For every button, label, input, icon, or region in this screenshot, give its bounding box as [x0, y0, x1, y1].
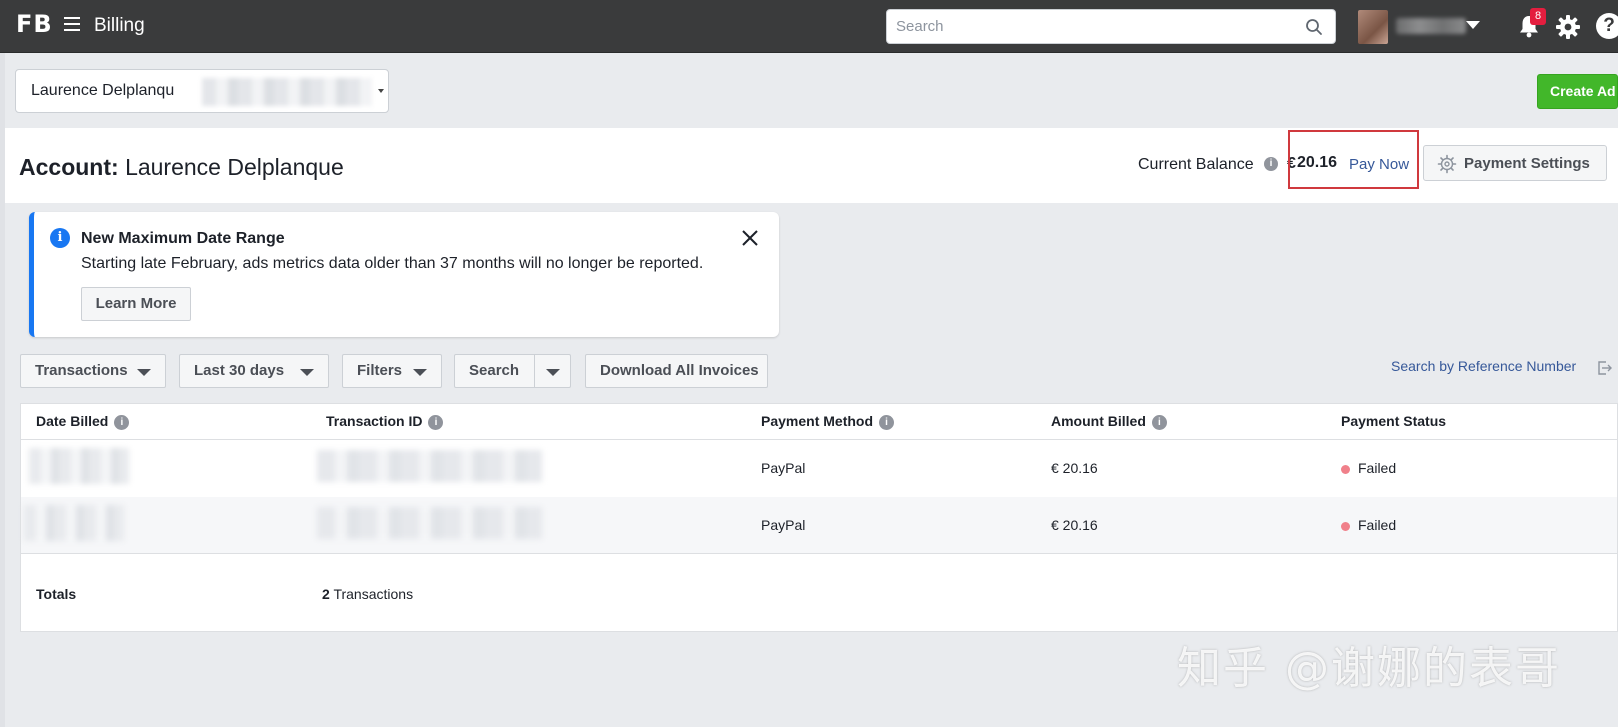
payment-settings-label: Payment Settings: [1464, 155, 1590, 172]
payment-method-cell: PayPal: [761, 517, 806, 533]
split-divider: [534, 355, 535, 387]
table-search-split-button: Search: [454, 354, 571, 388]
date-billed-redacted: [24, 505, 124, 541]
gear-icon: [1437, 154, 1457, 174]
totals-count-number: 2: [322, 586, 330, 602]
table-header: Date Billed i Transaction ID i Payment Met…: [21, 404, 1617, 440]
notification-count-badge: 8: [1530, 8, 1546, 25]
filters-dropdown[interactable]: Filters: [342, 354, 442, 388]
date-billed-redacted: [29, 448, 129, 484]
date-range-dropdown[interactable]: Last 30 days: [179, 354, 329, 388]
column-header-date-billed[interactable]: Date Billed i: [36, 413, 130, 430]
transactions-dropdown[interactable]: Transactions: [20, 354, 166, 388]
failed-status-dot-icon: [1341, 465, 1350, 474]
info-icon[interactable]: i: [428, 414, 444, 430]
info-icon: i: [50, 228, 70, 248]
transactions-dropdown-label: Transactions: [35, 362, 128, 379]
current-balance-amount: 20.16: [1297, 154, 1338, 171]
user-name-redacted[interactable]: [1396, 18, 1466, 34]
account-id-redacted: [202, 78, 372, 106]
user-avatar[interactable]: [1358, 10, 1388, 44]
user-menu-caret-icon[interactable]: [1466, 21, 1480, 29]
close-icon[interactable]: [740, 228, 760, 248]
pay-now-link[interactable]: Pay Now: [1349, 156, 1409, 173]
column-header-amount-billed[interactable]: Amount Billed i: [1051, 413, 1167, 430]
transaction-id-redacted: [317, 450, 542, 482]
payment-method-cell: PayPal: [761, 460, 806, 476]
create-ad-button[interactable]: Create Ad: [1537, 74, 1618, 109]
download-all-invoices-button[interactable]: Download All Invoices: [585, 354, 768, 388]
table-search-button[interactable]: Search: [469, 355, 519, 387]
notice-title: New Maximum Date Range: [81, 230, 285, 247]
account-title: Account: Laurence Delplanque: [19, 154, 344, 181]
info-icon[interactable]: i: [1151, 414, 1167, 430]
chevron-down-icon: [413, 369, 427, 376]
search-by-reference-link[interactable]: Search by Reference Number: [1391, 358, 1576, 374]
date-range-notice: i New Maximum Date Range Starting late F…: [29, 212, 779, 337]
chevron-down-icon: [137, 369, 151, 376]
column-header-payment-method[interactable]: Payment Method i: [761, 413, 895, 430]
info-icon[interactable]: i: [1264, 157, 1278, 171]
totals-count-suffix: Transactions: [333, 586, 414, 602]
failed-status-dot-icon: [1341, 522, 1350, 531]
help-icon[interactable]: ?: [1596, 13, 1618, 39]
filters-dropdown-label: Filters: [357, 362, 403, 379]
app-title: Billing: [94, 15, 145, 36]
table-row[interactable]: PayPal € 20.16 Failed: [21, 497, 1617, 554]
notice-body: Starting late February, ads metrics data…: [81, 255, 704, 272]
global-search-input[interactable]: [887, 10, 1287, 43]
search-icon[interactable]: [1305, 18, 1323, 36]
date-range-dropdown-label: Last 30 days: [194, 362, 285, 379]
transactions-table: Date Billed i Transaction ID i Payment Met…: [20, 403, 1618, 632]
global-search: [886, 9, 1336, 44]
top-navigation-bar: FB Billing 8 ?: [0, 0, 1618, 53]
amount-billed-cell: € 20.16: [1051, 460, 1098, 476]
amount-billed-cell: € 20.16: [1051, 517, 1098, 533]
download-all-invoices-label: Download All Invoices: [600, 362, 759, 379]
chevron-down-icon: [378, 89, 384, 93]
info-icon[interactable]: i: [114, 414, 130, 430]
payment-status-cell: Failed: [1358, 517, 1397, 533]
info-icon[interactable]: i: [879, 414, 895, 430]
column-header-payment-status[interactable]: Payment Status: [1341, 413, 1446, 429]
totals-transaction-count: 2 Transactions: [322, 586, 413, 602]
ad-account-selector-value: Laurence Delplanqu: [31, 82, 175, 99]
current-balance-label: Current Balance: [1138, 156, 1254, 173]
totals-label: Totals: [36, 586, 77, 602]
ad-account-selector[interactable]: Laurence Delplanqu: [15, 69, 389, 113]
account-title-prefix: Account:: [19, 154, 119, 180]
table-row[interactable]: PayPal € 20.16 Failed: [21, 440, 1617, 497]
column-header-transaction-id[interactable]: Transaction ID i: [326, 413, 444, 430]
payment-status-cell: Failed: [1358, 460, 1397, 476]
chevron-down-icon: [300, 369, 314, 376]
chevron-down-icon[interactable]: [546, 369, 560, 376]
account-name: Laurence Delplanque: [125, 154, 344, 180]
watermark: 知乎 @谢娜的表哥: [1177, 643, 1561, 694]
learn-more-button[interactable]: Learn More: [81, 287, 191, 321]
account-header: Account: Laurence Delplanque Current Bal…: [5, 128, 1618, 203]
fb-logo[interactable]: FB: [16, 10, 53, 38]
payment-settings-button[interactable]: Payment Settings: [1423, 145, 1607, 181]
hamburger-menu-icon[interactable]: [64, 17, 80, 31]
transaction-id-redacted: [317, 507, 542, 539]
export-icon[interactable]: [1596, 360, 1612, 376]
settings-gear-icon[interactable]: [1554, 13, 1582, 41]
